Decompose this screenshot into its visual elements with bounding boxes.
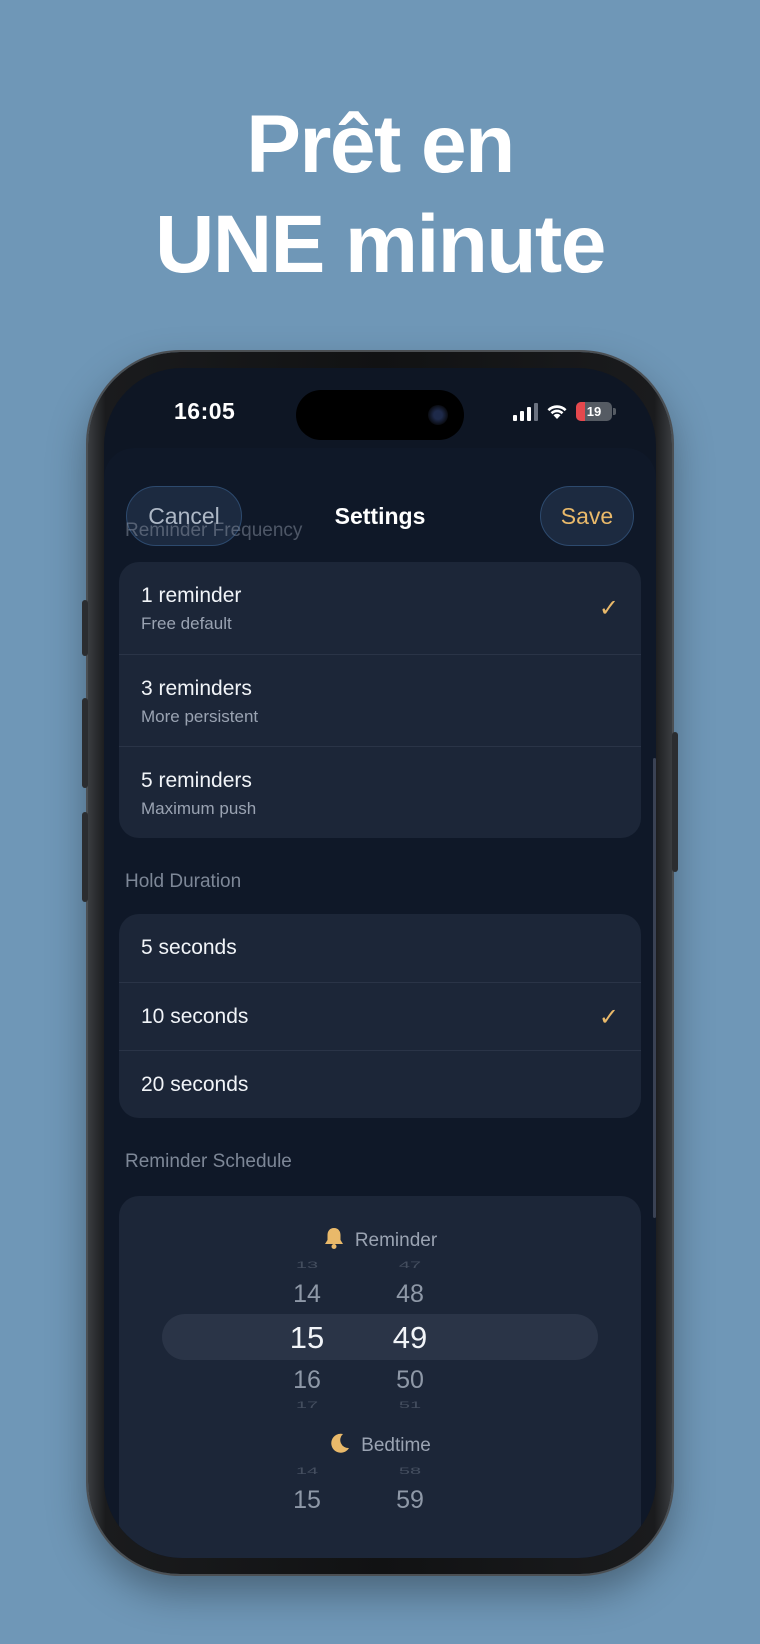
minute-value: 59 [396,1486,424,1514]
dynamic-island [296,390,464,440]
frequency-option-1[interactable]: 1 reminder Free default ✓ [119,562,641,654]
headline-line-2: UNE minute [155,199,606,290]
status-time: 16:05 [174,398,236,424]
hold-option-20[interactable]: 20 seconds [119,1050,641,1118]
hour-value: 17 [295,1400,319,1411]
volume-down-button [82,812,88,902]
option-title: 5 reminders [141,769,252,792]
option-title: 10 seconds [141,1005,249,1028]
minute-value: 58 [398,1466,422,1477]
power-button [672,732,678,872]
status-icons: 19 [513,402,616,421]
battery-level: 19 [586,404,602,419]
headline: Prêt en UNE minute [0,95,760,295]
option-title: 3 reminders [141,677,252,700]
hold-card: 5 seconds 10 seconds ✓ 20 seconds [119,914,641,1118]
phone-frame: 16:05 19 Cancel Settings Save Reminder F… [82,352,678,1574]
reminder-picker-header: Reminder [119,1226,641,1256]
option-title: 1 reminder [141,584,242,607]
hour-value-selected: 15 [289,1320,325,1355]
option-title: 20 seconds [141,1073,249,1096]
reminder-minute-wheel[interactable]: 47 48 49 50 51 [375,1254,445,1414]
minute-value: 51 [398,1400,422,1411]
bell-icon [323,1226,345,1256]
hour-value: 14 [293,1280,321,1308]
minute-value: 47 [398,1260,422,1271]
option-subtitle: Free default [141,614,232,633]
frequency-option-3[interactable]: 3 reminders More persistent [119,654,641,746]
bedtime-picker-header: Bedtime [119,1432,641,1460]
cellular-signal-icon [513,402,538,421]
hour-value: 16 [293,1366,321,1394]
option-subtitle: Maximum push [141,799,257,818]
bedtime-hour-wheel[interactable]: 14 15 [272,1460,342,1520]
headline-line-1: Prêt en [246,99,515,190]
moon-icon [329,1432,351,1460]
wifi-icon [547,405,567,419]
settings-sheet: Cancel Settings Save Reminder Frequency … [104,448,656,1558]
schedule-section-label: Reminder Schedule [125,1151,292,1172]
save-button[interactable]: Save [540,486,634,546]
phone-screen: 16:05 19 Cancel Settings Save Reminder F… [104,368,656,1558]
minute-value: 48 [396,1280,424,1308]
frequency-section-label: Reminder Frequency [125,520,303,541]
minute-value-selected: 49 [392,1320,428,1355]
frequency-option-5[interactable]: 5 reminders Maximum push [119,746,641,838]
battery-icon: 19 [576,402,616,421]
action-button [82,600,88,656]
hour-value: 13 [295,1260,319,1271]
option-title: 5 seconds [141,936,237,959]
checkmark-icon: ✓ [598,1004,619,1031]
reminder-hour-wheel[interactable]: 13 14 15 16 17 [272,1254,342,1414]
hold-section-label: Hold Duration [125,871,242,892]
hold-option-5[interactable]: 5 seconds [119,914,641,982]
hold-option-10[interactable]: 10 seconds ✓ [119,982,641,1050]
option-subtitle: More persistent [141,707,259,726]
schedule-card: Reminder 13 14 15 16 17 47 48 49 50 51 B… [119,1196,641,1558]
camera-icon [428,405,448,425]
checkmark-icon: ✓ [598,595,619,622]
scroll-indicator[interactable] [653,758,656,1218]
bedtime-label: Bedtime [361,1435,431,1456]
minute-value: 50 [396,1366,424,1394]
hour-value: 15 [293,1486,321,1514]
reminder-label: Reminder [354,1230,438,1251]
volume-up-button [82,698,88,788]
bedtime-minute-wheel[interactable]: 58 59 [375,1460,445,1520]
hour-value: 14 [295,1466,319,1477]
frequency-card: 1 reminder Free default ✓ 3 reminders Mo… [119,562,641,838]
